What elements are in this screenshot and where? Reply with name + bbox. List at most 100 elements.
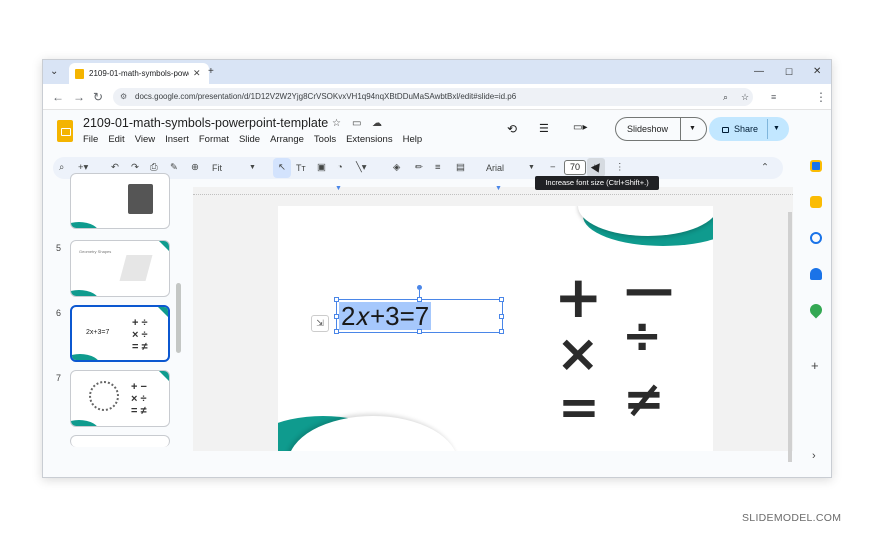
reading-list-icon[interactable]: ≡ [771,90,776,104]
slide-filmstrip: 5 Geometry Shapes 6 2x+3=7 + ÷× ÷= ≠ 7 [43,173,181,447]
back-icon[interactable]: ← [52,90,64,104]
brand-watermark: SLIDEMODEL.COM [742,512,842,524]
search-menus-icon[interactable]: ⌕ [59,161,64,175]
slideshow-button[interactable]: Slideshow ▼ [615,117,707,141]
resize-handle[interactable] [417,329,422,334]
equation-text[interactable]: 2𝑥+3=7 [339,302,432,330]
menu-extensions[interactable]: Extensions [346,134,392,145]
ruler-tab-icon[interactable]: ▼ [495,185,502,192]
minus-symbol[interactable]: — [624,264,674,314]
menu-tools[interactable]: Tools [314,134,336,145]
resize-handle[interactable] [499,314,504,319]
menu-edit[interactable]: Edit [108,134,124,145]
slide-thumbnail-6[interactable]: 2x+3=7 + ÷ × ÷ = ≠ [70,305,170,362]
font-size-input[interactable]: 70 [564,160,586,175]
resize-handle[interactable] [417,297,422,302]
share-button[interactable]: Share ▼ [709,117,789,141]
shape-icon[interactable]: ◔ [337,161,343,175]
tasks-icon[interactable] [810,232,822,244]
not-equal-symbol[interactable]: ≠ [623,374,665,424]
multiply-symbol[interactable]: × [556,328,600,380]
minimize-icon[interactable]: — [754,65,764,79]
current-slide[interactable]: ⇲ 2𝑥+3=7 + — × ÷ = ≠ [278,206,713,451]
resize-handle[interactable] [334,297,339,302]
geometry-shape-icon [119,255,153,281]
canvas-vertical-scrollbar[interactable] [788,212,792,462]
plus-symbol[interactable]: + [554,268,603,326]
zoom-dropdown-icon[interactable]: ▼ [249,161,256,175]
calendar-icon[interactable] [810,160,822,172]
border-color-icon[interactable]: ✏ [415,161,423,175]
close-tab-icon[interactable]: ✕ [193,68,201,79]
select-cursor-icon[interactable]: ↖ [278,161,286,175]
menu-view[interactable]: View [135,134,155,145]
address-bar-row: ← → ↻ ⚙ docs.google.com/presentation/d/1… [43,84,831,110]
site-info-icon[interactable]: ⚙ [120,88,127,106]
move-folder-icon[interactable]: ▭ [352,118,361,129]
new-tab-icon[interactable]: + [208,65,214,79]
slide-thumbnail-5[interactable]: Geometry Shapes [70,240,170,297]
menu-slide[interactable]: Slide [239,134,260,145]
fill-color-icon[interactable]: ◈ [393,161,400,175]
document-title[interactable]: 2109-01-math-symbols-powerpoint-template [83,116,328,130]
zoom-select[interactable]: Fit [212,161,222,175]
tab-list-chevron-icon[interactable]: ⌄ [50,65,58,79]
font-dropdown-icon[interactable]: ▼ [528,161,535,175]
text-box-icon[interactable]: Tт [296,161,306,175]
menu-help[interactable]: Help [403,134,423,145]
show-side-panel-icon[interactable]: › [812,450,816,462]
close-window-icon[interactable]: ✕ [813,65,821,79]
line-icon[interactable]: ╲▾ [356,161,367,175]
forward-icon[interactable]: → [73,90,85,104]
collapse-toolbar-icon[interactable]: ⌃ [761,161,769,175]
slides-app: 2109-01-math-symbols-powerpoint-template… [43,110,831,477]
divide-symbol[interactable]: ÷ [622,312,662,360]
thumbnail-symbols-7: + − × ÷ = ≠ [131,381,147,417]
filmstrip-scrollbar[interactable] [176,283,181,353]
comments-icon[interactable]: ☰ [539,122,549,135]
slideshow-dropdown-icon[interactable]: ▼ [689,118,696,140]
maximize-icon[interactable]: ☐ [785,65,793,79]
maps-icon[interactable] [807,301,825,319]
insert-image-icon[interactable]: ▣ [317,161,326,175]
keep-icon[interactable] [810,196,822,208]
browser-tab[interactable]: 2109-01-math-symbols-powerpoint-template… [69,63,209,84]
contacts-icon[interactable] [810,268,822,280]
border-weight-icon[interactable]: ≡ [435,161,441,175]
equals-symbol[interactable]: = [558,382,600,432]
url-field[interactable]: ⚙ docs.google.com/presentation/d/1D12V2W… [113,88,753,106]
font-select[interactable]: Arial [486,161,504,175]
ruler-indent-icon[interactable]: ▼ [335,185,342,192]
resize-handle[interactable] [334,329,339,334]
menu-insert[interactable]: Insert [165,134,189,145]
decrease-font-size-icon[interactable]: − [550,161,556,175]
equation-text-box[interactable]: 2𝑥+3=7 [334,297,504,334]
slide-thumbnail-7[interactable]: + − × ÷ = ≠ [70,370,170,427]
paint-format-icon[interactable]: ✎ [170,161,178,175]
version-history-icon[interactable]: ⟲ [507,122,517,136]
bookmark-star-icon[interactable]: ☆ [741,88,749,106]
resize-handle[interactable] [334,314,339,319]
menu-file[interactable]: File [83,134,98,145]
text-fit-icon[interactable]: ⇲ [311,315,329,332]
meet-icon[interactable]: ▭▸ [573,122,587,133]
get-addons-icon[interactable]: + [811,358,819,373]
slides-logo-icon[interactable] [57,120,73,142]
border-dash-icon[interactable]: ▤ [456,161,465,175]
slide-thumbnail-4[interactable] [70,173,170,229]
more-options-icon[interactable]: ⋮ [615,161,625,175]
share-dropdown-icon[interactable]: ▼ [773,117,780,141]
slide-thumbnail-8[interactable] [70,435,170,447]
reload-icon[interactable]: ↻ [93,90,103,104]
zoom-icon[interactable]: ⌕ [723,88,728,106]
slide-canvas: ▼ ▼ ⇲ 2𝑥+3=7 + — × ÷ = ≠ [193,185,793,451]
menu-arrange[interactable]: Arrange [270,134,304,145]
zoom-icon[interactable]: ⊕ [191,161,199,175]
cloud-status-icon[interactable]: ☁ [372,118,382,129]
resize-handle[interactable] [499,297,504,302]
browser-menu-icon[interactable]: ⋮ [815,90,827,104]
tab-bar: ⌄ 2109-01-math-symbols-powerpoint-templa… [43,60,831,84]
resize-handle[interactable] [499,329,504,334]
star-icon[interactable]: ☆ [332,118,341,129]
menu-format[interactable]: Format [199,134,229,145]
